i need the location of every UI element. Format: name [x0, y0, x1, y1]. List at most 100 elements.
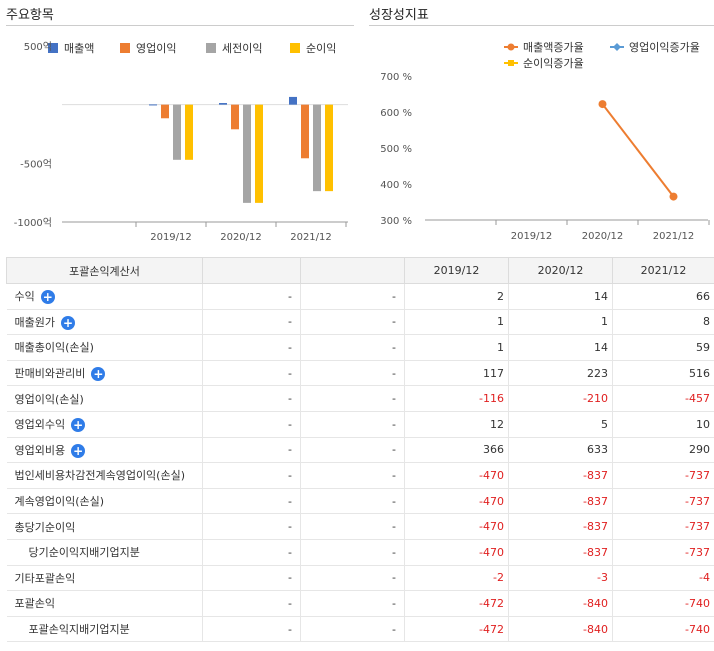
y-tick-label: -500억 [20, 158, 52, 170]
row-value: 223 [508, 360, 613, 387]
right-title-divider [369, 25, 714, 26]
y-tick-label: 700 % [380, 72, 412, 83]
row-cell-empty: - [300, 334, 405, 361]
row-value: 8 [612, 309, 714, 336]
row-value: -840 [508, 590, 613, 617]
row-value: -4 [612, 565, 714, 592]
legend-item: 매출액 [48, 42, 94, 55]
row-cell-empty: - [202, 385, 301, 412]
table-row: 기타포괄손익 - - -2 -3 -4 [6, 565, 714, 592]
bar [173, 104, 181, 160]
row-value: -3 [508, 565, 613, 592]
legend-label: 순이익증가율 [523, 57, 584, 70]
header-year: 2019/12 [404, 257, 509, 284]
row-value: 516 [612, 360, 714, 387]
legend-swatch [120, 43, 130, 53]
row-cell-empty: - [202, 360, 301, 387]
table-row: 계속영업이익(손실) - - -470 -837 -737 [6, 488, 714, 515]
row-label-text: 계속영업이익(손실) [14, 495, 105, 509]
table-row: 총당기순이익 - - -470 -837 -737 [6, 513, 714, 540]
row-label: 영업외수익 + [6, 411, 203, 438]
table-row: 판매비와관리비 + - -117 223 516 [6, 360, 714, 387]
table-row: 당기순이익지배기업지분 - - -470 -837 -737 [6, 539, 714, 566]
x-tick-label: 2021/12 [290, 232, 332, 243]
row-label-text: 총당기순이익 [14, 520, 76, 534]
bar [185, 104, 193, 160]
bar [289, 96, 297, 105]
row-cell-empty: - [300, 513, 405, 540]
x-tick-label: 2020/12 [220, 232, 262, 243]
expand-plus-icon[interactable]: + [91, 367, 106, 382]
row-label-text: 법인세비용차감전계속영업이익(손실) [14, 469, 186, 483]
header-label: 포괄손익계산서 [6, 257, 203, 284]
legend-item: 매출액증가율 [504, 41, 584, 54]
row-value: -840 [508, 616, 613, 643]
table-row: 포괄손익 - - -472 -840 -740 [6, 590, 714, 617]
x-tick-label: 2019/12 [150, 232, 192, 243]
row-cell-empty: - [202, 513, 301, 540]
row-label: 총당기순이익 [6, 513, 203, 540]
legend-label: 영업이익증가율 [629, 41, 700, 54]
row-label: 포괄손익지배기업지분 [6, 616, 203, 643]
row-value: 10 [612, 411, 714, 438]
bar [255, 104, 263, 203]
row-label: 포괄손익 [6, 590, 203, 617]
row-label-text: 매출총이익(손실) [14, 341, 94, 355]
legend-item: 영업이익 [120, 42, 176, 55]
row-value: -470 [404, 513, 509, 540]
legend-item: 세전이익 [206, 42, 262, 55]
row-cell-empty: - [300, 539, 405, 566]
row-label-text: 수익 [14, 290, 35, 304]
row-cell-empty: - [202, 334, 301, 361]
table-header-row: 포괄손익계산서 2019/12 2020/12 2021/12 [6, 257, 714, 284]
row-label: 영업외비용 + [6, 437, 203, 464]
row-cell-empty: - [202, 309, 301, 336]
row-cell-empty: - [300, 385, 405, 412]
row-cell-empty: - [300, 437, 405, 464]
row-value: 66 [612, 283, 714, 310]
legend-swatch [290, 43, 300, 53]
expand-plus-icon[interactable]: + [71, 443, 86, 458]
row-value: -470 [404, 488, 509, 515]
y-tick-label: 500억 [24, 41, 52, 53]
bar [161, 104, 169, 119]
row-label: 계속영업이익(손실) [6, 488, 203, 515]
row-cell-empty: - [300, 360, 405, 387]
expand-plus-icon[interactable]: + [40, 290, 55, 305]
row-value: -737 [612, 462, 714, 489]
row-value: -837 [508, 488, 613, 515]
row-label: 판매비와관리비 + [6, 360, 203, 387]
row-label: 기타포괄손익 [6, 565, 203, 592]
right-panel-title: 성장성지표 [369, 8, 429, 23]
legend-label: 순이익 [306, 42, 336, 55]
data-point [669, 192, 678, 201]
x-tick-label: 2021/12 [653, 231, 695, 242]
row-label: 영업이익(손실) [6, 385, 203, 412]
row-value: -737 [612, 539, 714, 566]
bar [243, 104, 251, 203]
table-row: 수익 + - -2 14 66 [6, 283, 714, 310]
row-value: -472 [404, 590, 509, 617]
row-cell-empty: - [202, 437, 301, 464]
y-tick-label: 300 % [380, 216, 412, 227]
left-title-divider [6, 25, 354, 26]
table-row: 매출원가 + - -1 1 8 [6, 309, 714, 336]
expand-plus-icon[interactable]: + [71, 418, 86, 433]
legend-item: 순이익증가율 [504, 57, 584, 70]
row-cell-empty: - [300, 616, 405, 643]
bar [231, 104, 239, 130]
row-value: 14 [508, 283, 613, 310]
row-value: -116 [404, 385, 509, 412]
legend-marker [613, 43, 621, 51]
table-row: 영업외비용 + - -366 633 290 [6, 437, 714, 464]
row-value: 117 [404, 360, 509, 387]
row-value: 14 [508, 334, 613, 361]
legend-label: 영업이익 [136, 42, 176, 55]
row-label: 법인세비용차감전계속영업이익(손실) [6, 462, 203, 489]
row-value: -2 [404, 565, 509, 592]
row-value: -470 [404, 462, 509, 489]
expand-plus-icon[interactable]: + [60, 315, 75, 330]
growth-line-chart: 매출액증가율 영업이익증가율순이익증가율 700 % 600 % 500 % 400 % 3… [380, 41, 710, 242]
x-tick-label: 2019/12 [511, 231, 553, 242]
row-cell-empty: - [202, 488, 301, 515]
